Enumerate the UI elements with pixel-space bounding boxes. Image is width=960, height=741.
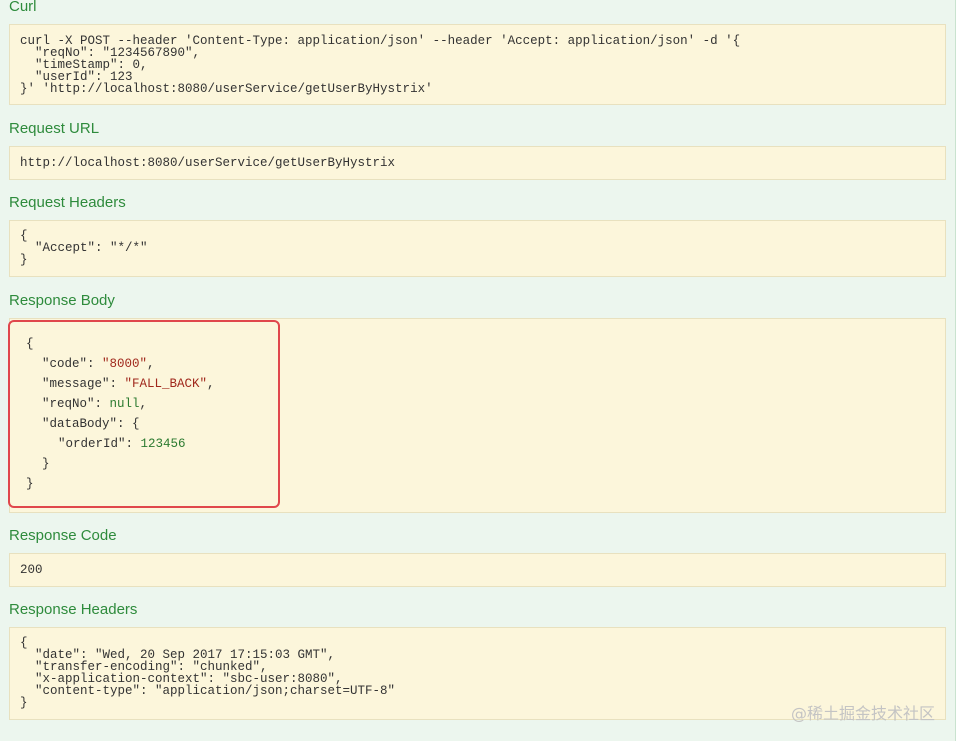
code-value: "8000" xyxy=(102,357,148,371)
databody-open-brace: { xyxy=(132,417,140,431)
body-code-line: "code": "8000", xyxy=(42,357,155,371)
code-key: "code" xyxy=(42,357,88,371)
body-close-brace: } xyxy=(26,477,34,491)
request-headers-box[interactable]: { "Accept": "*/*" } xyxy=(9,220,946,277)
request-url-heading: Request URL xyxy=(9,120,100,137)
response-headers-line-6: } xyxy=(20,696,28,710)
body-message-line: "message": "FALL_BACK", xyxy=(42,377,215,391)
message-value: "FALL_BACK" xyxy=(124,377,208,391)
response-code-value: 200 xyxy=(20,563,43,577)
response-panel: Curl curl -X POST --header 'Content-Type… xyxy=(0,0,956,741)
request-headers-line-3: } xyxy=(20,253,28,267)
response-code-box[interactable]: 200 xyxy=(9,553,946,587)
response-headers-heading: Response Headers xyxy=(9,601,138,618)
message-key: "message" xyxy=(42,377,110,391)
request-headers-line-2: "Accept": "*/*" xyxy=(20,241,148,255)
body-databody-line: "dataBody": { xyxy=(42,417,140,431)
databody-key: "dataBody" xyxy=(42,417,118,431)
body-open-brace: { xyxy=(26,337,34,351)
orderid-key: "orderId" xyxy=(58,437,126,451)
response-body-box[interactable] xyxy=(9,318,946,513)
watermark-text: @稀土掘金技术社区 xyxy=(790,704,935,723)
response-body-heading: Response Body xyxy=(9,292,115,309)
request-url-box[interactable]: http://localhost:8080/userService/getUse… xyxy=(9,146,946,180)
reqno-value: null xyxy=(109,397,140,411)
curl-box[interactable]: curl -X POST --header 'Content-Type: app… xyxy=(9,24,946,105)
request-url-value: http://localhost:8080/userService/getUse… xyxy=(20,156,396,170)
databody-close-brace: } xyxy=(42,457,50,471)
response-headers-line-5: "content-type": "application/json;charse… xyxy=(20,684,396,698)
curl-heading: Curl xyxy=(9,0,37,15)
body-orderid-line: "orderId": 123456 xyxy=(58,437,186,451)
body-reqno-line: "reqNo": null, xyxy=(42,397,148,411)
request-headers-heading: Request Headers xyxy=(9,194,126,211)
orderid-value: 123456 xyxy=(140,437,186,451)
curl-line-5: }' 'http://localhost:8080/userService/ge… xyxy=(20,82,433,96)
reqno-key: "reqNo" xyxy=(42,397,95,411)
response-code-heading: Response Code xyxy=(9,527,117,544)
